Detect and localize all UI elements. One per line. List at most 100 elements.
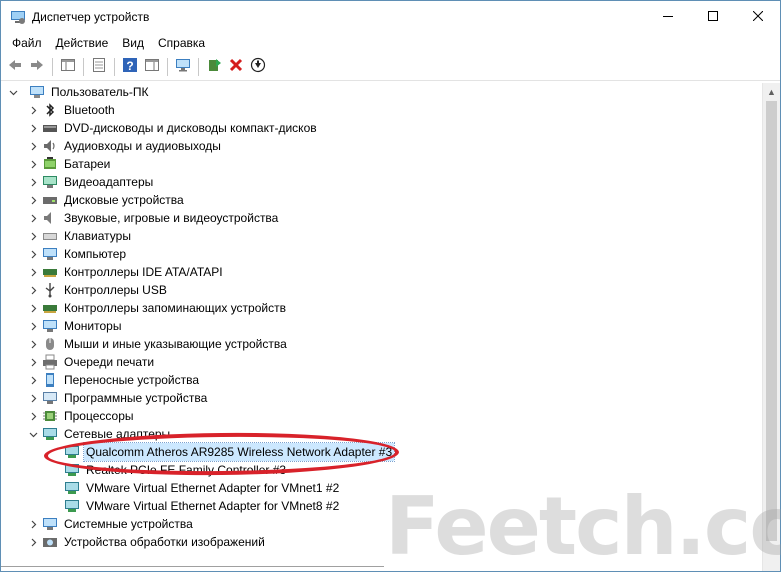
tree-item-label: Аудиовходы и аудиовыходы bbox=[64, 139, 221, 153]
tree-item-category[interactable]: Звуковые, игровые и видеоустройства bbox=[1, 209, 763, 227]
minimize-button[interactable] bbox=[645, 1, 690, 32]
properties-button[interactable] bbox=[88, 56, 110, 78]
tree-item-category[interactable]: Видеоадаптеры bbox=[1, 173, 763, 191]
expand-chevron-icon[interactable] bbox=[27, 137, 39, 155]
expand-chevron-icon[interactable] bbox=[27, 353, 39, 371]
minimize-icon bbox=[662, 10, 673, 24]
usb-icon bbox=[42, 282, 58, 298]
tree-item-label: Контроллеры IDE ATA/ATAPI bbox=[64, 265, 223, 279]
expand-chevron-icon[interactable] bbox=[27, 209, 39, 227]
tree-item-label: VMware Virtual Ethernet Adapter for VMne… bbox=[86, 499, 340, 513]
bluetooth-icon bbox=[42, 102, 58, 118]
tree-item-label: Батареи bbox=[64, 157, 111, 171]
collapse-chevron-icon[interactable] bbox=[27, 425, 39, 443]
expand-chevron-icon[interactable] bbox=[27, 281, 39, 299]
printer-icon bbox=[42, 354, 58, 370]
scan-hardware-button[interactable] bbox=[172, 56, 194, 78]
collapse-chevron-icon[interactable] bbox=[7, 83, 19, 101]
network-adapter-icon bbox=[64, 480, 80, 496]
device-manager-icon bbox=[10, 9, 26, 25]
expand-chevron-icon[interactable] bbox=[27, 101, 39, 119]
tree-item-label: Переносные устройства bbox=[64, 373, 200, 387]
processor-icon bbox=[42, 408, 58, 424]
menu-action[interactable]: Действие bbox=[49, 36, 116, 50]
tree-item-label: Очереди печати bbox=[64, 355, 155, 369]
tree-item-label: VMware Virtual Ethernet Adapter for VMne… bbox=[86, 481, 340, 495]
tree-item-category[interactable]: Клавиатуры bbox=[1, 227, 763, 245]
tree-item-category[interactable]: Контроллеры запоминающих устройств bbox=[1, 299, 763, 317]
expand-chevron-icon[interactable] bbox=[27, 173, 39, 191]
tree-item-label: Устройства обработки изображений bbox=[64, 535, 265, 549]
uninstall-device-icon bbox=[228, 57, 244, 76]
forward-button[interactable] bbox=[26, 56, 48, 78]
expand-chevron-icon[interactable] bbox=[27, 119, 39, 137]
tree-item-category[interactable]: Контроллеры IDE ATA/ATAPI bbox=[1, 263, 763, 281]
expand-chevron-icon[interactable] bbox=[27, 389, 39, 407]
help-button[interactable]: ? bbox=[119, 56, 141, 78]
expand-chevron-icon[interactable] bbox=[27, 155, 39, 173]
toolbar-separator bbox=[83, 57, 84, 76]
expand-chevron-icon[interactable] bbox=[27, 371, 39, 389]
monitor-icon bbox=[42, 318, 58, 334]
scrollbar-thumb[interactable] bbox=[766, 101, 777, 541]
toolbar-separator bbox=[167, 57, 168, 76]
tree-item-label: Мониторы bbox=[64, 319, 122, 333]
show-hide-console-tree-icon bbox=[60, 57, 76, 76]
expand-chevron-icon[interactable] bbox=[27, 227, 39, 245]
back-button[interactable] bbox=[4, 56, 26, 78]
tree-item-category[interactable]: Программные устройства bbox=[1, 389, 763, 407]
update-driver-button[interactable] bbox=[203, 56, 225, 78]
menu-file[interactable]: Файл bbox=[5, 36, 49, 50]
watermark-text: Feetch.com bbox=[385, 480, 781, 573]
disable-device-button[interactable] bbox=[247, 56, 269, 78]
tree-item-label: Видеоадаптеры bbox=[64, 175, 154, 189]
expand-chevron-icon[interactable] bbox=[27, 335, 39, 353]
imaging-device-icon bbox=[42, 534, 58, 550]
action-pane-button[interactable] bbox=[141, 56, 163, 78]
tree-item-category[interactable]: Батареи bbox=[1, 155, 763, 173]
update-driver-icon bbox=[206, 57, 222, 76]
menu-view[interactable]: Вид bbox=[115, 36, 151, 50]
properties-icon bbox=[91, 57, 107, 76]
close-button[interactable] bbox=[735, 1, 780, 32]
maximize-button[interactable] bbox=[690, 1, 735, 32]
expand-chevron-icon[interactable] bbox=[27, 317, 39, 335]
expand-chevron-icon[interactable] bbox=[27, 263, 39, 281]
tree-root[interactable]: Пользователь-ПК bbox=[1, 83, 763, 101]
tree-item-category[interactable]: Мониторы bbox=[1, 317, 763, 335]
battery-icon bbox=[42, 156, 58, 172]
tree-item-category[interactable]: DVD-дисководы и дисководы компакт-дисков bbox=[1, 119, 763, 137]
expand-chevron-icon[interactable] bbox=[27, 191, 39, 209]
expand-chevron-icon[interactable] bbox=[27, 533, 39, 551]
display-adapter-icon bbox=[42, 174, 58, 190]
expand-chevron-icon[interactable] bbox=[27, 515, 39, 533]
toolbar-separator bbox=[114, 57, 115, 76]
menu-help[interactable]: Справка bbox=[151, 36, 212, 50]
expand-chevron-icon[interactable] bbox=[27, 407, 39, 425]
ide-controller-icon bbox=[42, 264, 58, 280]
console-tree-button[interactable] bbox=[57, 56, 79, 78]
status-bar bbox=[1, 566, 384, 571]
tree-item-category[interactable]: Компьютер bbox=[1, 245, 763, 263]
tree-item-category[interactable]: Аудиовходы и аудиовыходы bbox=[1, 137, 763, 155]
tree-item-category[interactable]: Bluetooth bbox=[1, 101, 763, 119]
uninstall-device-button[interactable] bbox=[225, 56, 247, 78]
tree-item-category[interactable]: Процессоры bbox=[1, 407, 763, 425]
back-arrow-icon bbox=[7, 57, 23, 76]
tree-item-category[interactable]: Контроллеры USB bbox=[1, 281, 763, 299]
dvd-drive-icon bbox=[42, 120, 58, 136]
expand-chevron-icon[interactable] bbox=[27, 299, 39, 317]
tree-item-category[interactable]: Очереди печати bbox=[1, 353, 763, 371]
title-bar[interactable]: Диспетчер устройств bbox=[1, 1, 780, 32]
scroll-up-icon[interactable]: ▲ bbox=[763, 83, 780, 100]
tree-item-label: Контроллеры USB bbox=[64, 283, 167, 297]
expand-chevron-icon[interactable] bbox=[27, 245, 39, 263]
help-icon: ? bbox=[122, 57, 138, 76]
window-title: Диспетчер устройств bbox=[32, 9, 150, 24]
tree-item-category[interactable]: Дисковые устройства bbox=[1, 191, 763, 209]
tree-item-label: Мыши и иные указывающие устройства bbox=[64, 337, 287, 351]
tree-item-label: Системные устройства bbox=[64, 517, 193, 531]
tree-item-label: Процессоры bbox=[64, 409, 134, 423]
tree-item-category[interactable]: Мыши и иные указывающие устройства bbox=[1, 335, 763, 353]
tree-item-category[interactable]: Переносные устройства bbox=[1, 371, 763, 389]
